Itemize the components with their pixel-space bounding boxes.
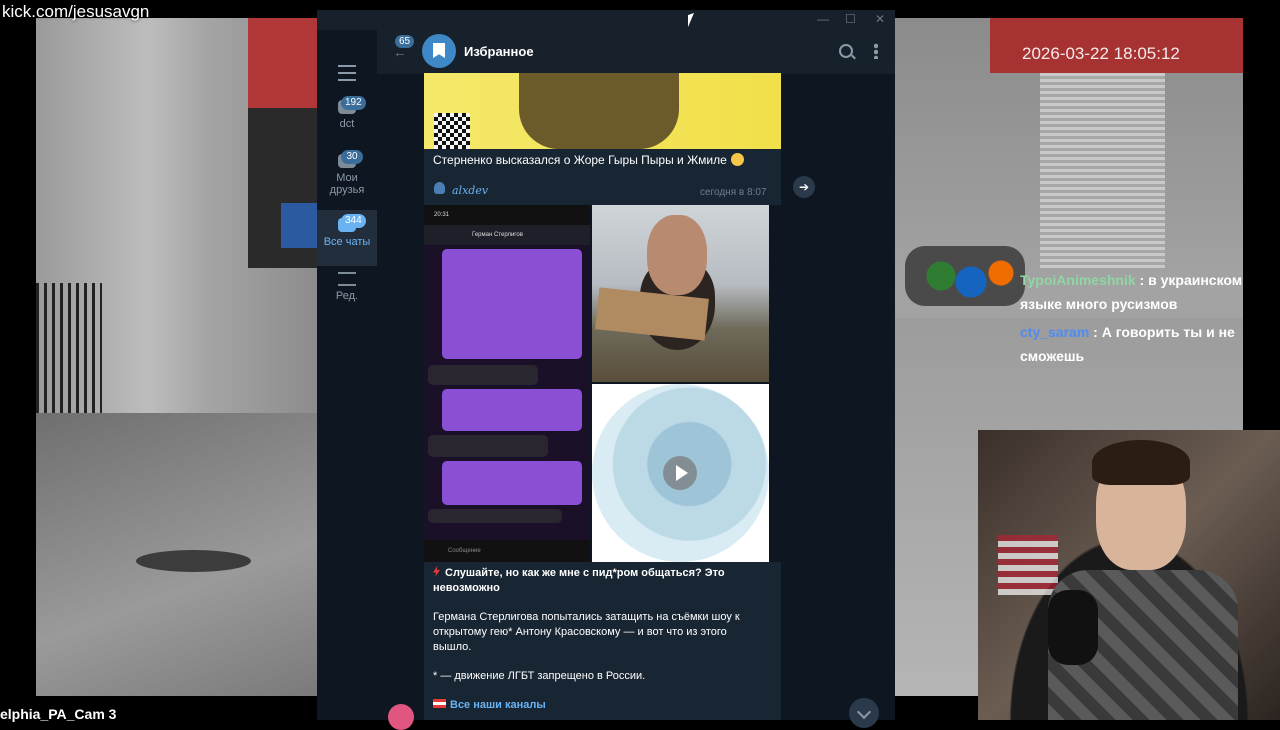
phone-status-bar: 20:31 — [424, 205, 590, 225]
message-headline-text: Слушайте, но как же мне с пид*ром общать… — [433, 567, 725, 594]
microphone — [1048, 590, 1098, 665]
flag-background — [998, 535, 1058, 595]
red-awning — [248, 18, 318, 108]
face — [647, 215, 707, 295]
message-time: сегодня в 8:07 — [700, 187, 767, 198]
chat-message: cty_saram : А говорить ты и не сможешь — [1020, 320, 1260, 368]
maximize-icon[interactable]: ☐ — [845, 12, 856, 26]
manhole — [136, 550, 251, 572]
close-icon[interactable]: ✕ — [875, 12, 885, 26]
channels-link[interactable]: Все наши каналы — [433, 698, 763, 713]
sidebar-folder-friends[interactable]: 30 Мои друзья — [317, 150, 377, 196]
phone-input: Сообщение — [424, 540, 590, 562]
chat-bubble — [442, 461, 582, 505]
lightning-icon — [433, 566, 440, 577]
scroll-down-icon[interactable] — [849, 698, 879, 728]
street-belongings — [905, 246, 1025, 306]
chat-message: TypoiAnimeshnik : в украинском языке мно… — [1020, 268, 1260, 316]
folders-sidebar: 192 dct 30 Мои друзья 344 Все чаты Ред. — [317, 30, 377, 720]
sidebar-folder-dct[interactable]: 192 dct — [317, 96, 377, 130]
phone-time: 20:31 — [434, 212, 450, 218]
sidebar-edit[interactable]: Ред. — [317, 272, 377, 302]
window-titlebar: — ☐ ✕ — [317, 10, 895, 30]
chat-title[interactable]: Избранное — [464, 44, 534, 59]
hamburger-menu-icon[interactable] — [338, 65, 356, 81]
phone-chat-header: Герман Стерлигов — [424, 225, 590, 245]
streamer-hair — [1092, 440, 1190, 485]
telegram-window: — ☐ ✕ 192 dct 30 Мои друзья 344 Все чаты — [317, 10, 895, 730]
chat-username: TypoiAnimeshnik — [1020, 272, 1136, 288]
message-text-content: Стерненко высказался о Жоре Гыры Пыры и … — [433, 153, 727, 167]
play-icon[interactable] — [663, 456, 697, 490]
chat-bubble — [428, 509, 562, 523]
search-icon[interactable] — [839, 44, 853, 58]
camera-timestamp: 2026-03-22 18:05:12 — [1022, 44, 1180, 63]
chat-bubble — [442, 249, 582, 359]
album-screenshot[interactable]: 20:31 Герман Стерлигов Сообщение — [424, 205, 590, 562]
stream-scene-left — [36, 18, 318, 696]
chat-username: cty_saram — [1020, 324, 1090, 340]
message-headline: Слушайте, но как же мне с пид*ром общать… — [433, 566, 763, 596]
rolling-shutter — [1040, 73, 1165, 268]
person-photo — [519, 73, 679, 149]
phone-input-placeholder: Сообщение — [448, 548, 481, 554]
message-text: Стерненко высказался о Жоре Гыры Пыры и … — [433, 153, 744, 167]
unread-badge: 30 — [341, 150, 363, 164]
sidebar-folder-label: Все чаты — [323, 236, 371, 248]
album-photo[interactable] — [592, 205, 769, 382]
forward-icon[interactable]: ➔ — [793, 176, 815, 198]
chat-bubble — [442, 389, 582, 431]
sidebar-folder-label: Ред. — [335, 290, 359, 302]
unread-badge: 344 — [341, 214, 366, 228]
chat-bubble — [428, 435, 548, 457]
message-body: Германа Стерлигова попытались затащить н… — [433, 611, 740, 653]
back-arrow-icon[interactable]: ← — [393, 44, 407, 60]
message-footnote: * — движение ЛГБТ запрещено в России. — [433, 670, 646, 682]
qr-code — [434, 113, 470, 149]
streamer-webcam — [978, 430, 1280, 720]
sidebar-folder-label: Мои друзья — [329, 172, 365, 196]
flag-icon — [433, 699, 446, 708]
minimize-icon[interactable]: — — [817, 12, 829, 26]
video-message[interactable] — [592, 384, 769, 562]
unread-badge: 192 — [341, 96, 366, 110]
phone-contact-name: Герман Стерлигов — [472, 232, 523, 238]
channels-link-text[interactable]: Все наши каналы — [450, 699, 546, 711]
reaction-icon[interactable] — [388, 704, 414, 730]
mouse-cursor-icon — [688, 12, 694, 28]
sliders-icon — [338, 272, 356, 286]
message-signature: alxdev — [452, 184, 489, 197]
grin-emoji-icon — [730, 153, 744, 166]
stream-chat: TypoiAnimeshnik : в украинском языке мно… — [1020, 268, 1260, 368]
street-sign — [281, 203, 318, 248]
message-image[interactable] — [424, 73, 781, 149]
chat-bubble — [428, 365, 538, 385]
bookmark-icon — [422, 34, 456, 68]
channel-url: kick.com/jesusavgn — [2, 2, 150, 21]
sidebar-folder-label: dct — [339, 118, 355, 130]
sidebar-folder-all-chats[interactable]: 344 Все чаты — [317, 210, 377, 266]
author-icon — [434, 182, 445, 194]
more-options-icon[interactable] — [874, 43, 878, 59]
